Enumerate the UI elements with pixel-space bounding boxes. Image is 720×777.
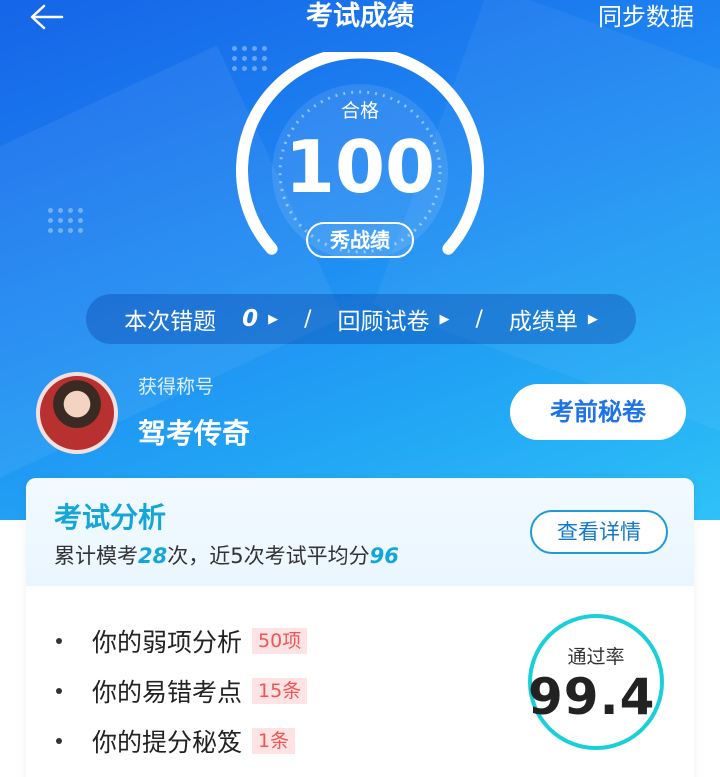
bullet-icon	[56, 688, 62, 694]
list-item[interactable]: 你的提分秘笈 1条	[56, 716, 307, 766]
count-badge: 15条	[252, 678, 308, 704]
show-score-button[interactable]: 秀战绩	[306, 222, 414, 258]
top-bar: 考试成绩 同步数据	[0, 0, 720, 36]
pass-rate-ring: 通过率 99.4	[528, 614, 664, 750]
count-badge: 1条	[252, 728, 296, 754]
wrong-count: 0	[242, 306, 259, 332]
analysis-list: 你的弱项分析 50项 你的易错考点 15条 你的提分秘笈 1条	[56, 616, 308, 766]
view-details-button[interactable]: 查看详情	[530, 510, 668, 554]
report-label: 成绩单	[508, 309, 578, 335]
average-score-prefix: 次，近5次考试平均分	[167, 544, 370, 568]
review-paper-link[interactable]: 回顾试卷 ▶	[338, 302, 450, 336]
score-gauge: 合格 100 秀战绩	[235, 52, 485, 267]
bullet-icon	[56, 738, 62, 744]
count-badge: 50项	[252, 628, 308, 654]
secret-paper-button[interactable]: 考前秘卷	[510, 384, 686, 440]
play-arrow-icon: ▶	[587, 311, 598, 327]
mock-count-prefix: 累计模考	[54, 544, 138, 568]
review-label: 回顾试卷	[337, 309, 430, 335]
bullet-icon	[56, 638, 62, 644]
item-label: 你的易错考点	[92, 678, 243, 707]
pass-status: 合格	[340, 100, 379, 122]
wrong-label: 本次错题	[124, 309, 217, 335]
average-score: 96	[369, 544, 399, 568]
sync-data-button[interactable]: 同步数据	[598, 0, 694, 34]
pass-rate-label: 通过率	[567, 646, 625, 668]
play-arrow-icon: ▶	[439, 311, 450, 327]
analysis-title: 考试分析	[54, 501, 167, 534]
divider: /	[475, 306, 483, 332]
item-label: 你的提分秘笈	[92, 728, 243, 757]
item-label: 你的弱项分析	[92, 628, 243, 657]
play-arrow-icon: ▶	[268, 311, 279, 327]
list-item[interactable]: 你的易错考点 15条	[56, 666, 308, 716]
score-report-link[interactable]: 成绩单 ▶	[509, 302, 598, 336]
achievement-title: 驾考传奇	[138, 417, 251, 450]
list-item[interactable]: 你的弱项分析 50项	[56, 616, 308, 666]
analysis-card: 考试分析 累计模考28次，近5次考试平均分96 查看详情 你的弱项分析 50项 …	[26, 478, 694, 777]
score-value: 100	[284, 125, 436, 209]
analysis-header: 考试分析 累计模考28次，近5次考试平均分96 查看详情	[26, 478, 694, 586]
divider: /	[304, 306, 312, 332]
exam-summary-bar: 本次错题 0 ▶ / 回顾试卷 ▶ / 成绩单 ▶	[86, 294, 636, 344]
decor-dots	[48, 208, 83, 233]
mock-count: 28	[138, 544, 168, 568]
pass-rate-value: 99.4	[528, 668, 656, 726]
achievement-label: 获得称号	[138, 376, 215, 398]
avatar[interactable]	[36, 372, 118, 454]
wrong-questions-link[interactable]: 本次错题 0 ▶	[124, 302, 278, 336]
analysis-subtitle: 累计模考28次，近5次考试平均分96	[54, 540, 399, 570]
hero-header: 考试成绩 同步数据 合格 100 秀战绩 本次错题 0 ▶ / 回顾试卷 ▶ /…	[0, 0, 720, 520]
